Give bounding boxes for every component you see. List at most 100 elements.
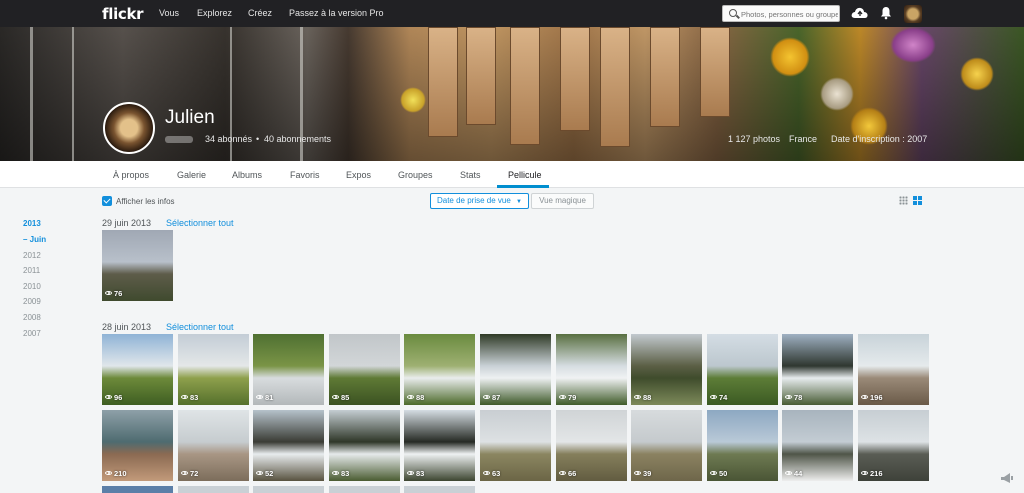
eye-icon [105, 471, 112, 475]
view-count: 210 [105, 469, 127, 478]
photo-thumbnail[interactable]: 44 [782, 410, 853, 481]
eye-icon [105, 395, 112, 399]
view-count-value: 210 [114, 469, 127, 478]
magic-view-button[interactable]: Vue magique [531, 193, 594, 209]
view-count: 216 [861, 469, 883, 478]
nav-link-creez[interactable]: Créez [248, 8, 272, 18]
nav-link-pro[interactable]: Passez à la version Pro [289, 8, 384, 18]
year-2010[interactable]: 2010 [23, 282, 41, 291]
view-count: 81 [256, 393, 273, 402]
show-info-label[interactable]: Afficher les infos [116, 197, 175, 206]
photo-thumbnail[interactable]: 50 [707, 410, 778, 481]
photo-thumbnail[interactable]: 78 [782, 334, 853, 405]
photo-thumbnail[interactable]: 83 [329, 410, 400, 481]
search-input[interactable] [741, 8, 838, 20]
year-2008[interactable]: 2008 [23, 313, 41, 322]
photo-thumbnail[interactable]: 210 [102, 410, 173, 481]
photo-thumbnail[interactable]: 52 [253, 410, 324, 481]
tab-galerie[interactable]: Galerie [177, 170, 206, 180]
photo-thumbnail[interactable] [329, 486, 400, 493]
view-count-value: 79 [568, 393, 577, 402]
view-count: 50 [710, 469, 727, 478]
view-count: 83 [181, 393, 198, 402]
nav-link-explorez[interactable]: Explorez [197, 8, 232, 18]
photo-thumbnail[interactable]: 85 [329, 334, 400, 405]
photo-thumbnail[interactable] [404, 486, 475, 493]
photo-thumbnail[interactable]: 216 [858, 410, 929, 481]
following-count[interactable]: 40 abonnements [264, 134, 331, 144]
view-count-value: 83 [416, 469, 425, 478]
photo-thumbnail[interactable]: 63 [480, 410, 551, 481]
eye-icon [559, 471, 566, 475]
photo-thumbnail[interactable] [102, 486, 173, 493]
notifications-bell-icon[interactable] [880, 6, 892, 20]
view-count-value: 83 [190, 393, 199, 402]
photo-thumbnail[interactable]: 66 [556, 410, 627, 481]
photo-thumbnail[interactable]: 83 [404, 410, 475, 481]
large-grid-view-icon[interactable] [913, 196, 922, 205]
nav-link-vous[interactable]: Vous [159, 8, 179, 18]
view-count-value: 52 [265, 469, 274, 478]
tab-favoris[interactable]: Favoris [290, 170, 320, 180]
view-count: 79 [559, 393, 576, 402]
view-count: 76 [105, 289, 122, 298]
photo-thumbnail[interactable]: 81 [253, 334, 324, 405]
view-count-value: 88 [643, 393, 652, 402]
year-2012[interactable]: 2012 [23, 251, 41, 260]
photo-thumbnail[interactable] [253, 486, 324, 493]
tab-pellicule[interactable]: Pellicule [508, 170, 542, 180]
year-2011[interactable]: 2011 [23, 266, 40, 275]
photo-thumbnail[interactable]: 72 [178, 410, 249, 481]
view-count: 52 [256, 469, 273, 478]
followers-count[interactable]: 34 abonnés [205, 134, 252, 144]
view-count-value: 88 [416, 393, 425, 402]
year-2009[interactable]: 2009 [23, 297, 41, 306]
eye-icon [181, 395, 188, 399]
photo-thumbnail[interactable]: 88 [404, 334, 475, 405]
photo-thumbnail[interactable]: 87 [480, 334, 551, 405]
view-count-value: 50 [719, 469, 728, 478]
photo-thumbnail[interactable]: 96 [102, 334, 173, 405]
photo-thumbnail[interactable]: 196 [858, 334, 929, 405]
small-grid-view-icon[interactable] [899, 196, 908, 205]
upload-cloud-icon[interactable] [851, 6, 869, 20]
photo-thumbnail[interactable]: 76 [102, 230, 173, 301]
year-2013[interactable]: 2013 [23, 219, 41, 228]
profile-tabs: À propos Galerie Albums Favoris Expos Gr… [0, 161, 1024, 188]
eye-icon [332, 471, 339, 475]
view-count: 196 [861, 393, 883, 402]
photo-thumbnail[interactable]: 88 [631, 334, 702, 405]
search-box[interactable] [722, 5, 840, 22]
photo-thumbnail[interactable]: 39 [631, 410, 702, 481]
search-icon [729, 9, 737, 17]
profile-country: France [789, 134, 818, 144]
view-count-value: 216 [870, 469, 883, 478]
profile-avatar[interactable] [103, 102, 155, 154]
view-count-value: 85 [341, 393, 350, 402]
tab-groupes[interactable]: Groupes [398, 170, 433, 180]
year-2007[interactable]: 2007 [23, 329, 41, 338]
user-avatar[interactable] [904, 5, 922, 23]
view-count: 78 [785, 393, 802, 402]
select-all-link[interactable]: Sélectionner tout [166, 322, 234, 332]
tab-stats[interactable]: Stats [460, 170, 481, 180]
show-info-checkbox[interactable] [102, 196, 112, 206]
view-count-value: 72 [190, 469, 199, 478]
flickr-logo[interactable]: flickr [102, 5, 144, 23]
month-june[interactable]: – Juin [23, 235, 46, 244]
view-count: 88 [407, 393, 424, 402]
tab-expos[interactable]: Expos [346, 170, 371, 180]
sort-dropdown[interactable]: Date de prise de vue ▼ [430, 193, 529, 209]
feedback-megaphone-icon[interactable] [1000, 472, 1014, 484]
photo-thumbnail[interactable] [178, 486, 249, 493]
view-count-value: 96 [114, 393, 123, 402]
photo-thumbnail[interactable]: 74 [707, 334, 778, 405]
view-count: 88 [634, 393, 651, 402]
tab-albums[interactable]: Albums [232, 170, 262, 180]
eye-icon [559, 395, 566, 399]
select-all-link[interactable]: Sélectionner tout [166, 218, 234, 228]
photo-thumbnail[interactable]: 83 [178, 334, 249, 405]
photo-thumbnail[interactable]: 79 [556, 334, 627, 405]
eye-icon [634, 395, 641, 399]
tab-a-propos[interactable]: À propos [113, 170, 149, 180]
